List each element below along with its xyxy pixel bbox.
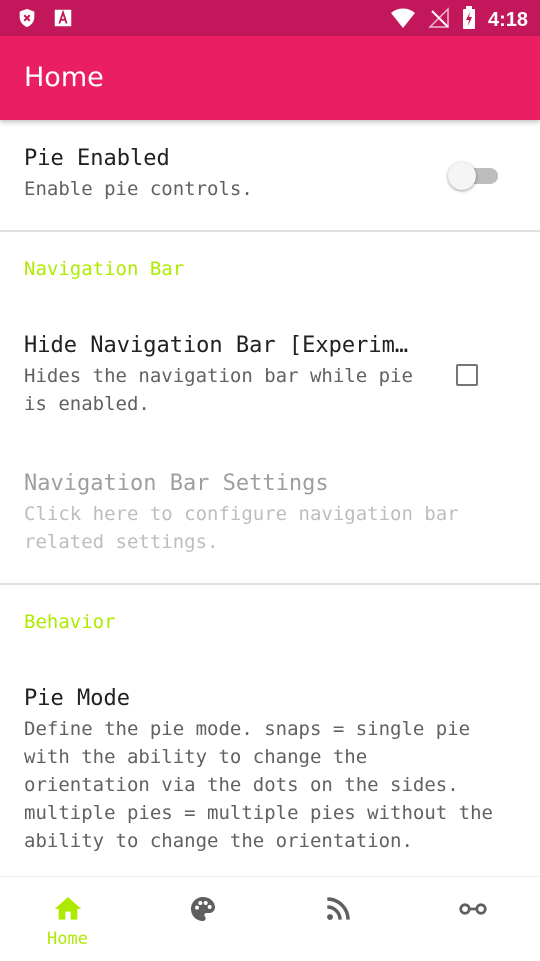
pie-enabled-switch[interactable] (448, 162, 504, 190)
switch-thumb (448, 162, 476, 190)
nav-item-label: Home (47, 929, 88, 949)
rss-icon (322, 893, 354, 925)
app-bar: Home (0, 36, 540, 120)
pref-summary: Define the pie mode. snaps = single pie … (24, 718, 493, 852)
no-signal-icon (428, 7, 450, 34)
category-navigation-bar: Navigation Bar (24, 258, 185, 280)
nav-item-feed[interactable] (270, 877, 405, 961)
a-box-icon (52, 7, 74, 34)
wifi-icon (390, 7, 416, 34)
status-right-icons: 4:18 (390, 6, 528, 35)
divider (0, 230, 540, 232)
home-icon (52, 893, 84, 925)
pref-title: Pie Mode (24, 686, 130, 711)
pref-summary: Enable pie controls. (24, 178, 253, 200)
palette-icon (187, 893, 219, 925)
hide-navigation-bar-checkbox[interactable] (456, 364, 478, 386)
preferences-list[interactable]: Pie Enabled Enable pie controls. Navigat… (0, 120, 540, 876)
pref-summary: Click here to configure navigation bar r… (24, 503, 459, 553)
bottom-navigation: Home (0, 876, 540, 961)
page-title: Home (24, 62, 104, 93)
pref-summary: Hides the navigation bar while pie is en… (24, 365, 413, 415)
pref-pie-mode[interactable]: Pie Mode Define the pie mode. snaps = si… (24, 686, 504, 855)
pref-title: Hide Navigation Bar [Experimental] (24, 333, 416, 358)
category-behavior: Behavior (24, 611, 116, 633)
pref-hide-navigation-bar[interactable]: Hide Navigation Bar [Experimental] Hides… (24, 333, 416, 418)
status-bar: 4:18 (0, 0, 540, 36)
battery-charging-icon (462, 6, 476, 35)
nav-item-palette[interactable] (135, 877, 270, 961)
status-left-icons (16, 7, 74, 34)
shield-x-icon (16, 7, 38, 34)
divider (0, 583, 540, 585)
pref-title: Navigation Bar Settings (24, 471, 329, 496)
pref-navigation-bar-settings[interactable]: Navigation Bar Settings Click here to co… (24, 471, 464, 556)
pref-title: Pie Enabled (24, 146, 170, 171)
nav-item-home[interactable]: Home (0, 877, 135, 961)
nav-item-more[interactable] (405, 877, 540, 961)
more-icon (457, 893, 489, 925)
status-time: 4:18 (487, 9, 528, 31)
pref-pie-enabled[interactable]: Pie Enabled Enable pie controls. (24, 146, 464, 203)
